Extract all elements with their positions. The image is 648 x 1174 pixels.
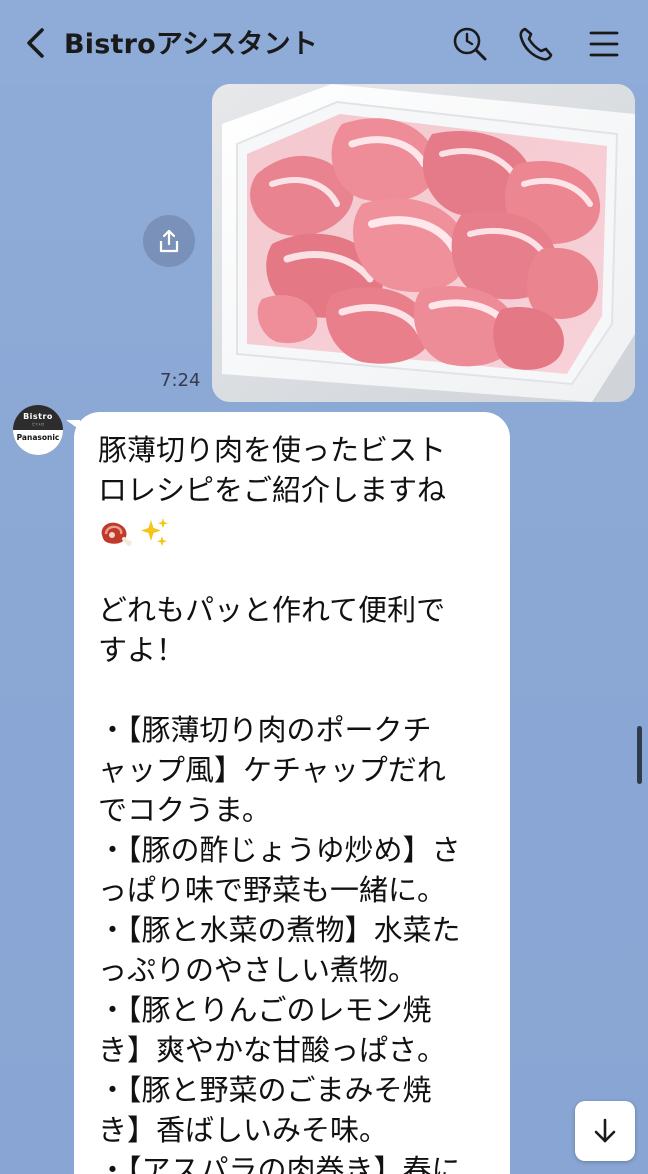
message-line: ・【アスパラの肉巻き】春に: [98, 1153, 461, 1174]
message-time: 7:24: [160, 370, 201, 391]
bot-avatar[interactable]: Bistro ビストロ Panasonic: [13, 405, 63, 455]
menu-icon[interactable]: [584, 24, 624, 64]
avatar-logo-text: Bistro: [23, 412, 53, 421]
back-arrow-icon[interactable]: [20, 26, 54, 60]
message-line: ロレシピをご紹介しますね: [98, 473, 447, 507]
sparkles-emoji: [141, 518, 168, 547]
chat-header: Bistroアシスタント: [0, 0, 648, 84]
message-line: ・【豚とりんごのレモン焼: [98, 993, 432, 1027]
message-line: き】爽やかな甘酸っぱさ。: [98, 1033, 447, 1067]
message-line: 豚薄切り肉を使ったビスト: [98, 433, 447, 467]
message-line: ・【豚薄切り肉のポークチ: [98, 713, 432, 747]
message-line: ・【豚と野菜のごまみそ焼: [98, 1073, 432, 1107]
chat-screen: Bistroアシスタント 7:24 Bistro ビストロ Panasonic …: [0, 0, 648, 1174]
bot-message-text: 豚薄切り肉を使ったビスト ロレシピをご紹介しますね どれもパッと作れて便利で す…: [98, 430, 498, 1174]
message-line: でコクうま。: [98, 793, 271, 827]
message-line: っぷりのやさしい煮物。: [98, 953, 418, 987]
chat-title: Bistroアシスタント: [64, 29, 318, 60]
avatar-brand-text: Panasonic: [16, 433, 60, 442]
message-line: すよ！: [98, 633, 186, 667]
photo-message[interactable]: [212, 84, 635, 402]
phone-icon[interactable]: [516, 24, 556, 64]
message-line: ャップ風】ケチャップだれ: [98, 753, 446, 787]
scroll-to-bottom-button[interactable]: [575, 1101, 635, 1161]
emoji-line: [98, 510, 498, 550]
meat-on-bone-emoji: [101, 522, 132, 546]
pork-slices-photo: [212, 84, 635, 402]
share-icon: [159, 229, 179, 253]
arrow-down-icon: [594, 1118, 616, 1143]
avatar-logo-subtext: ビストロ: [31, 422, 44, 426]
message-line: っぱり味で野菜も一緒に。: [98, 873, 447, 907]
scrollbar-thumb[interactable]: [637, 726, 642, 784]
message-line: き】香ばしいみそ味。: [98, 1113, 389, 1147]
share-button[interactable]: [143, 215, 195, 267]
message-line: ・【豚と水菜の煮物】水菜た: [98, 913, 461, 947]
search-icon[interactable]: [450, 24, 490, 64]
message-line: ・【豚の酢じょうゆ炒め】さ: [98, 833, 461, 867]
message-line: どれもパッと作れて便利で: [98, 593, 446, 627]
